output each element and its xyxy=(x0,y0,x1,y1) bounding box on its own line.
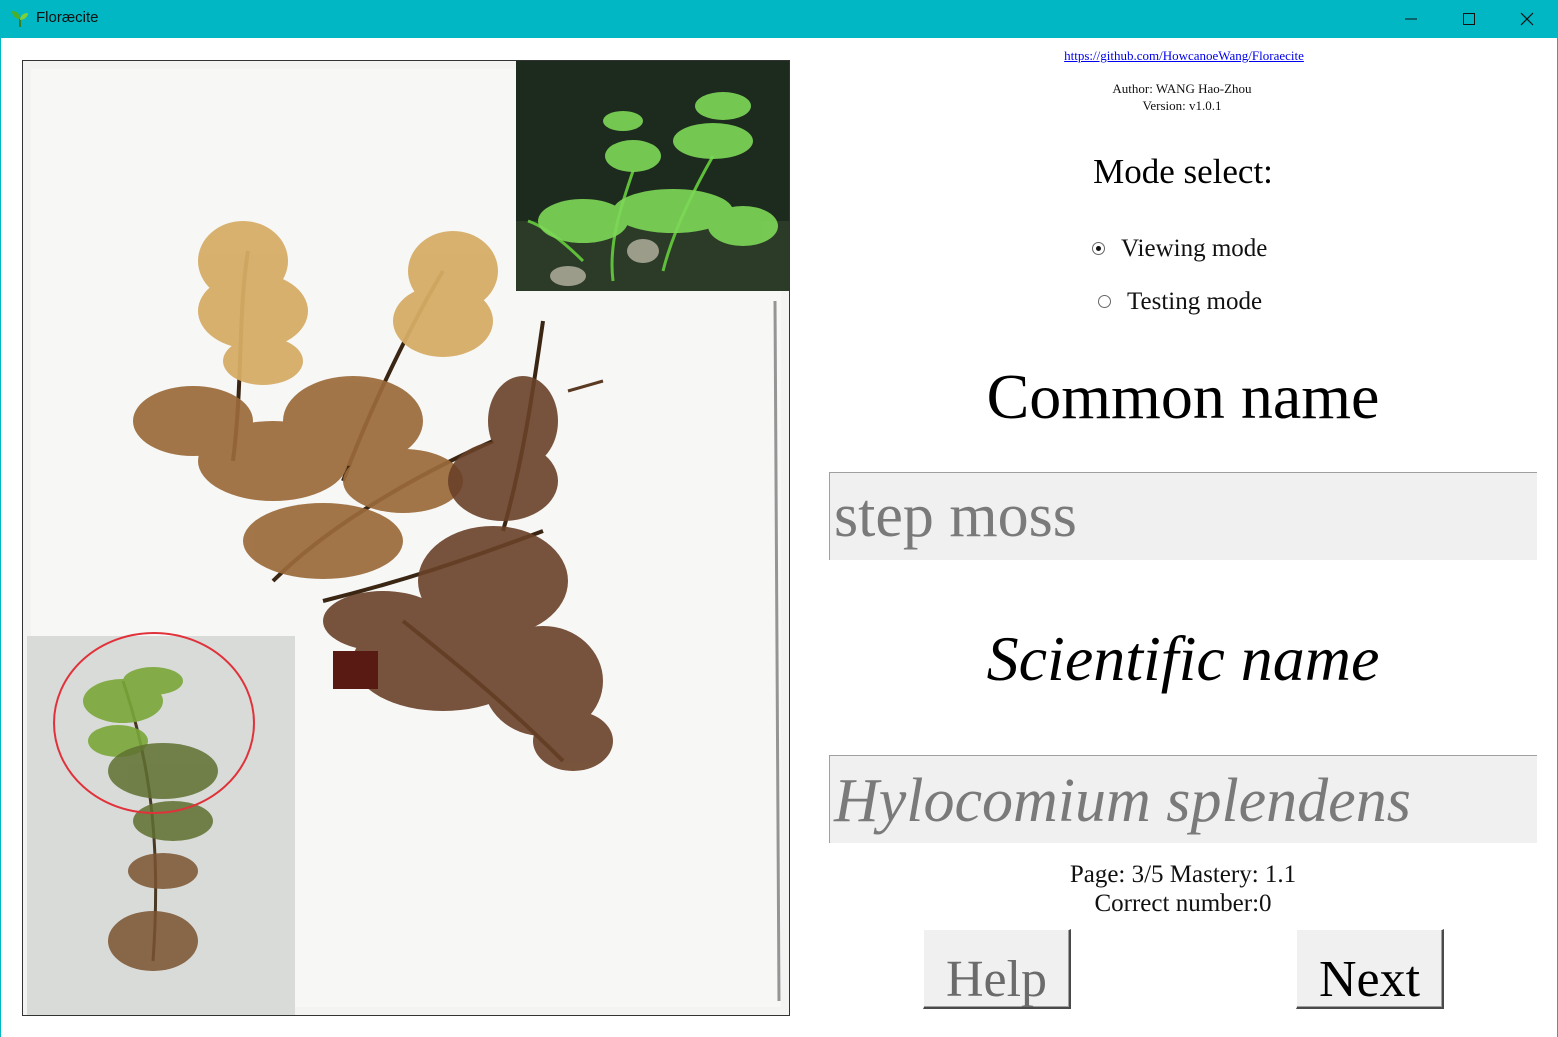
close-icon xyxy=(1520,12,1534,26)
scientific-name-value: Hylocomium splendens xyxy=(834,767,1411,835)
repo-link[interactable]: https://github.com/HowcanoeWang/Floraeci… xyxy=(1050,48,1318,64)
next-button-label: Next xyxy=(1318,951,1421,1008)
maximize-icon xyxy=(1463,13,1475,25)
minimize-icon xyxy=(1405,18,1417,20)
title-bar[interactable]: Floræcite xyxy=(0,0,1558,38)
window-border-left xyxy=(0,38,1,1037)
common-name-field[interactable]: step moss xyxy=(829,472,1537,560)
help-button[interactable]: Help xyxy=(923,929,1071,1009)
close-button[interactable] xyxy=(1498,0,1556,38)
common-name-value: step moss xyxy=(834,482,1077,550)
radio-button-unselected[interactable] xyxy=(1098,295,1111,308)
window-title: Floræcite xyxy=(36,9,99,26)
testing-mode-label: Testing mode xyxy=(1127,288,1263,315)
inset-photo-live-moss xyxy=(516,61,789,291)
radio-button-selected[interactable] xyxy=(1092,242,1105,255)
scientific-name-field[interactable]: Hylocomium splendens xyxy=(829,755,1537,843)
version-label: Version: v1.0.1 xyxy=(1142,98,1222,113)
correct-number-status: Correct number:0 xyxy=(1094,890,1272,917)
author-label: Author: WANG Hao-Zhou xyxy=(1112,81,1252,96)
inset-photo-single-shoot xyxy=(27,632,295,1015)
sprout-icon xyxy=(10,9,30,29)
page-mastery-status: Page: 3/5 Mastery: 1.1 xyxy=(1069,861,1297,888)
minimize-button[interactable] xyxy=(1382,0,1440,38)
scientific-name-heading: Scientific name xyxy=(986,623,1380,694)
next-button[interactable]: Next xyxy=(1296,929,1444,1009)
common-name-heading: Common name xyxy=(986,361,1380,432)
viewing-mode-label: Viewing mode xyxy=(1121,235,1268,262)
mode-select-title: Mode select: xyxy=(1093,152,1273,191)
maximize-button[interactable] xyxy=(1440,0,1498,38)
specimen-image xyxy=(22,60,790,1016)
help-button-label: Help xyxy=(945,951,1048,1008)
